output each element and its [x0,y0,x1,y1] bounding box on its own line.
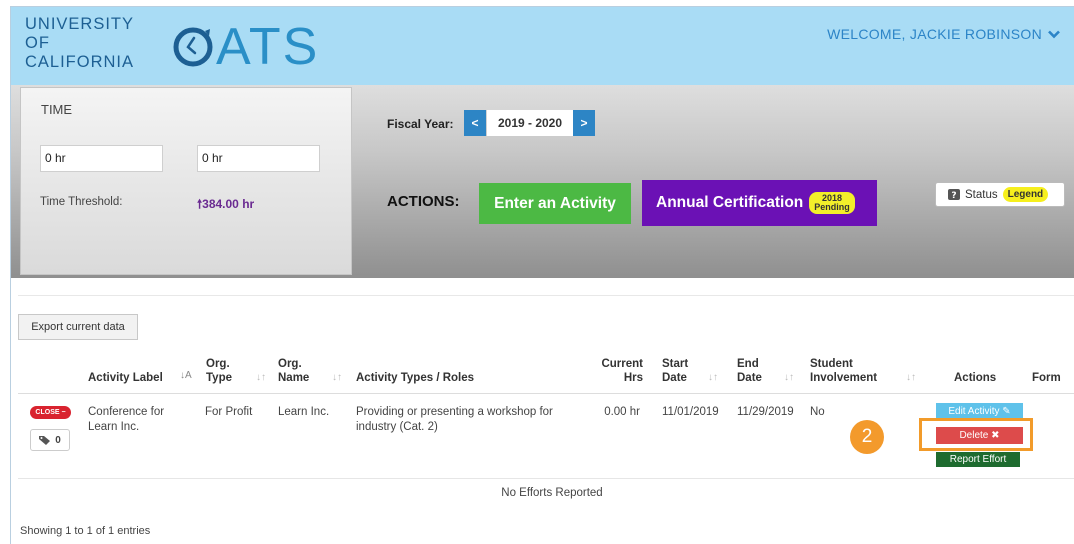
time-panel: TIME 0 hr 0 hr Time Threshold: 🠕384.00 h… [20,87,352,275]
cell-activity-types-line1: Providing or presenting a workshop for [356,406,553,418]
fiscal-year-label: Fiscal Year: [387,117,454,131]
col-student-involvement[interactable]: Student Involvement [810,357,877,385]
col-current-line1: Current [601,358,643,370]
fiscal-year-prev-button[interactable]: < [464,110,486,136]
col-start-line2: Date [662,372,687,384]
col-org-type[interactable]: Org. Type [206,357,232,385]
help-icon: ? [948,189,960,200]
legend-badge: Legend [1002,187,1049,202]
fiscal-year-next-button[interactable]: > [573,110,595,136]
univ-line-2: OF [25,34,50,52]
col-org-name[interactable]: Org. Name [278,357,309,385]
cell-current-hrs: 0.00 hr [604,406,640,418]
col-form: Form [1032,372,1061,384]
col-end-line2: Date [737,372,762,384]
col-start-line1: Start [662,358,689,370]
threshold-label: Time Threshold: [40,196,123,208]
col-end-line1: End [737,358,759,370]
status-label: Status [965,188,998,201]
time-input-1[interactable]: 0 hr [40,145,163,172]
col-activity-label[interactable]: Activity Label [88,371,163,385]
univ-line-3: CALIFORNIA [25,53,135,71]
welcome-text: WELCOME, JACKIE ROBINSON [827,26,1042,42]
time-input-2[interactable]: 0 hr [197,145,320,172]
tag-count: 0 [55,434,61,446]
col-end-date[interactable]: End Date [737,357,762,385]
cell-activity-label: Conference for Learn Inc. [88,405,164,435]
cell-org-name: Learn Inc. [278,406,330,418]
status-legend-button[interactable]: ? Status Legend [935,182,1065,207]
step-number-badge: 2 [850,420,884,454]
top-header: UNIVERSITY OF CALIFORNIA ATS WELCOME, JA… [11,7,1074,85]
clock-icon [173,27,213,67]
annual-certification-label: Annual Certification [656,194,804,211]
threshold-value-wrap: 🠕384.00 hr [197,195,254,216]
cell-end-date: 11/29/2019 [737,406,794,418]
svg-text:?: ? [951,191,956,200]
col-actions: Actions [954,372,997,384]
col-current-line2: Hrs [623,372,643,384]
university-logo-text: UNIVERSITY OF CALIFORNIA [25,15,134,72]
export-data-button[interactable]: Export current data [18,314,138,340]
cell-student-involvement: No [810,406,825,418]
cell-start-date: 11/01/2019 [662,406,719,418]
col-org-name-line2: Name [278,372,310,384]
cell-activity-types: Providing or presenting a workshop for i… [356,405,553,435]
sort-asc-icon[interactable]: ↓A [180,370,192,381]
sort-icon[interactable]: ↓↑ [256,372,266,383]
col-student-line2: Involvement [810,372,878,384]
univ-line-1: UNIVERSITY [25,15,135,33]
chevron-down-icon [1048,30,1060,38]
threshold-value: 384.00 hr [202,197,255,211]
report-effort-button[interactable]: Report Effort [936,452,1020,467]
close-row-button[interactable]: CLOSE − [30,406,71,419]
col-org-type-line1: Org. [206,358,230,370]
delete-highlight-box [919,418,1033,451]
sort-icon[interactable]: ↓↑ [906,372,916,383]
col-start-date[interactable]: Start Date [662,357,688,385]
col-org-type-line2: Type [206,372,232,384]
cell-activity-label-line1: Conference for [88,406,165,418]
tag-icon [39,436,51,445]
sort-icon[interactable]: ↓↑ [784,372,794,383]
cell-activity-types-line2: industry (Cat. 2) [356,421,438,433]
col-activity-types[interactable]: Activity Types / Roles [356,371,474,385]
no-efforts-message: No Efforts Reported [501,487,603,499]
sort-icon[interactable]: ↓↑ [332,372,342,383]
table-header-line [18,393,1074,394]
cert-pending-badge: 2018 Pending [809,192,855,214]
logo-text: ATS [216,18,320,76]
actions-label: ACTIONS: [387,193,460,210]
col-org-name-line1: Org. [278,358,302,370]
tags-button[interactable]: 0 [30,429,70,451]
cell-activity-label-line2: Learn Inc. [88,421,140,433]
col-student-line1: Student [810,358,853,370]
row-divider [18,478,1074,479]
section-divider [18,295,1074,296]
enter-activity-button[interactable]: Enter an Activity [479,183,631,224]
fiscal-year-value: 2019 - 2020 [487,110,573,136]
col-current-hrs[interactable]: Current Hrs [598,357,643,385]
cell-org-type: For Profit [205,406,253,418]
time-title: TIME [41,102,73,117]
sort-icon[interactable]: ↓↑ [708,372,718,383]
annual-certification-button[interactable]: Annual Certification 2018 Pending [642,180,877,226]
cert-badge-status: Pending [814,202,850,212]
user-menu[interactable]: WELCOME, JACKIE ROBINSON [827,26,1060,42]
entries-info: Showing 1 to 1 of 1 entries [20,525,151,537]
oats-logo[interactable]: ATS [171,17,319,77]
